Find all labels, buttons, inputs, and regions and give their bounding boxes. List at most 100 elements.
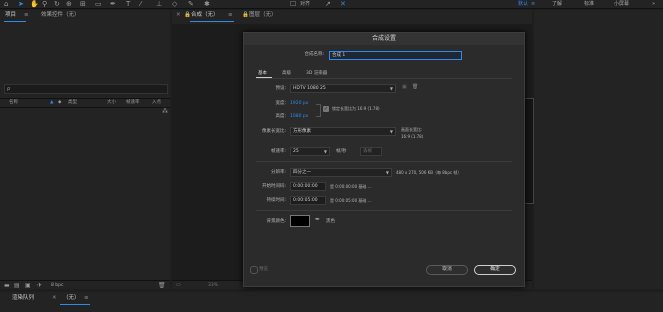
rectangle-tool-icon[interactable]: ▭ (95, 0, 102, 8)
preset-select[interactable]: HDTV 1080 25 ▼ (290, 84, 396, 93)
chevron-down-icon: ▼ (323, 149, 327, 154)
lock-aspect-checkbox[interactable]: ✓ (323, 106, 329, 112)
tab-advanced[interactable]: 高级 (282, 70, 291, 77)
snap-options-icon[interactable]: ↗ (325, 0, 331, 8)
bpc-button[interactable]: 8 bpc (51, 281, 63, 290)
preview-label: 预览 (259, 267, 268, 272)
preset-value: HDTV 1080 25 (293, 86, 326, 91)
ok-button[interactable]: 确定 (474, 265, 516, 275)
section-separator-2 (256, 210, 512, 211)
always-preview-icon[interactable]: ▭ (176, 281, 181, 290)
tab-composition[interactable]: 合成（无） (191, 11, 219, 19)
workspace-standard[interactable]: 标准 (584, 0, 594, 8)
zoom-level[interactable]: 33% (208, 281, 218, 290)
pixel-aspect-select[interactable]: 方形像素 ▼ (290, 127, 396, 136)
tab-3d-renderer[interactable]: 3D 渲染器 (306, 70, 327, 77)
col-type[interactable]: 类型 (68, 99, 77, 107)
delete-preset-icon[interactable]: 🗑 (412, 84, 418, 90)
resolution-value: 四分之一 (293, 170, 311, 175)
start-timecode-label: 开始时间码: (261, 184, 286, 189)
rotate-tool-icon[interactable]: ↻ (54, 0, 60, 8)
save-preset-icon[interactable]: ▣ (402, 84, 407, 90)
tab-render-queue[interactable]: 渲染队列 (12, 294, 34, 302)
resolution-label: 分辨率: (270, 170, 286, 175)
resolution-select[interactable]: 四分之一 ▼ (290, 168, 392, 177)
frame-rate-select[interactable]: 25 ▼ (290, 147, 330, 156)
pen-tool-icon[interactable]: ✒ (110, 0, 116, 8)
top-toolbar: ⌂ ➤ ✋ ⚲ ↻ ⊕ ⊞ ▭ ✒ T ⁄ ⊥ ◇ ✎ ✱ ☐ 对齐 ↗ ✕ 默… (0, 0, 663, 9)
comp-name-label: 合成名称: (304, 52, 324, 57)
tab-basic[interactable]: 基本 (258, 70, 267, 77)
timeline-close-icon[interactable]: ✕ (52, 294, 57, 302)
home-icon[interactable]: ⌂ (4, 0, 8, 8)
frame-aspect-value: 16:9 (1.78) (401, 134, 424, 139)
adjust-icon[interactable]: ✈ (37, 281, 42, 290)
col-in-point[interactable]: 入点 (152, 99, 161, 107)
project-search-input[interactable]: ρ (4, 84, 168, 94)
clone-tool-icon[interactable]: ⊥ (156, 0, 162, 8)
workspace-default[interactable]: 默认 (518, 0, 528, 8)
camera-tool-icon[interactable]: ⊕ (66, 0, 72, 8)
lock-aspect-label: 锁定长宽比为 16:9 (1.78) (332, 106, 380, 111)
roto-tool-icon[interactable]: ✎ (188, 0, 194, 8)
chevron-down-icon: ▼ (389, 129, 393, 134)
preview-checkbox[interactable] (250, 266, 258, 274)
comp-name-input[interactable]: 合成 1 (329, 51, 462, 60)
timeline-menu-icon[interactable]: ≡ (84, 294, 89, 302)
new-comp-icon[interactable]: ▣ (25, 281, 31, 290)
drop-frame-value: 丢帧 (363, 149, 372, 154)
workspace-more-icon[interactable]: » (652, 0, 655, 8)
col-framerate[interactable]: 帧速率 (126, 99, 140, 107)
puppet-tool-icon[interactable]: ✱ (204, 0, 210, 8)
pan-behind-tool-icon[interactable]: ⊞ (80, 0, 86, 8)
cancel-button[interactable]: 取消 (426, 265, 468, 275)
composition-settings-dialog: 合成设置 合成名称: 合成 1 基本 高级 3D 渲染器 预设: HDTV 10… (243, 32, 525, 287)
brush-tool-icon[interactable]: ⁄ (140, 0, 141, 8)
duration-label: 持续时间: (266, 198, 286, 203)
height-value[interactable]: 1080 px (290, 113, 308, 120)
tab-basic-underline (256, 77, 272, 78)
frame-rate-unit: 帧/秒 (336, 149, 347, 154)
tab-layer[interactable]: 图层（无） (249, 11, 277, 19)
col-size[interactable]: 大小 (107, 99, 116, 107)
tab-effect-controls[interactable]: 效果控件（无） (41, 11, 80, 19)
comp-tab-menu-icon[interactable]: ≡ (228, 11, 233, 19)
comp-lock-icon[interactable]: 🔒 (184, 11, 191, 19)
comp-close-icon[interactable]: ✕ (176, 11, 181, 19)
pixel-aspect-label: 像素长宽比: (261, 129, 286, 134)
snap-checkbox-icon[interactable]: ☐ (290, 0, 296, 8)
col-name[interactable]: 名称 (9, 99, 18, 107)
tab-menu-icon[interactable]: ≡ (24, 11, 29, 19)
selection-tool-icon[interactable]: ➤ (18, 0, 24, 8)
snap-label: 对齐 (300, 1, 311, 7)
label-tag-icon[interactable]: ◆ (58, 99, 61, 107)
project-footer: ▬ ▤ ▣ ✈ 8 bpc 🗑 (0, 280, 170, 290)
new-folder-icon[interactable]: ▤ (14, 281, 20, 290)
flowchart-icon[interactable]: ⁂ (162, 108, 168, 115)
tab-project[interactable]: 项目 (5, 11, 16, 19)
hand-tool-icon[interactable]: ✋ (30, 0, 39, 8)
workspace-menu-icon[interactable]: ≡ (531, 0, 535, 8)
tab-timeline-none[interactable]: （无） (63, 294, 80, 302)
active-tab-underline (4, 21, 26, 22)
trash-icon[interactable]: 🗑 (158, 281, 166, 290)
sort-up-icon[interactable]: ▲ (50, 99, 53, 107)
snap-magnet-icon[interactable]: ✕ (340, 0, 346, 8)
bg-color-swatch[interactable] (290, 215, 310, 227)
project-panel: 项目 ≡ 效果控件（无） ρ 名称 ▲ ◆ 类型 大小 帧速率 入点 ⁂ ▬ ▤… (0, 10, 170, 289)
interpret-footage-icon[interactable]: ▬ (4, 281, 10, 290)
type-tool-icon[interactable]: T (126, 0, 130, 8)
start-timecode-input[interactable]: 0:00:00:00 (290, 182, 326, 191)
zoom-tool-icon[interactable]: ⚲ (42, 0, 47, 8)
frame-rate-label: 帧速率: (270, 149, 286, 154)
layer-lock-icon[interactable]: 🔒 (242, 11, 249, 19)
width-value[interactable]: 1920 px (290, 100, 308, 107)
eyedropper-icon[interactable]: ✒ (315, 216, 320, 223)
workspace-small-screen[interactable]: 小屏幕 (614, 0, 629, 8)
eraser-tool-icon[interactable]: ◇ (172, 0, 177, 8)
duration-input[interactable]: 0:00:05:00 (290, 196, 326, 205)
viewer-overlay-edge (524, 98, 534, 204)
workspace-learn[interactable]: 了解 (552, 0, 562, 8)
project-column-header: 名称 ▲ ◆ 类型 大小 帧速率 入点 (0, 98, 170, 108)
drop-frame-select[interactable]: 丢帧 (360, 147, 382, 156)
